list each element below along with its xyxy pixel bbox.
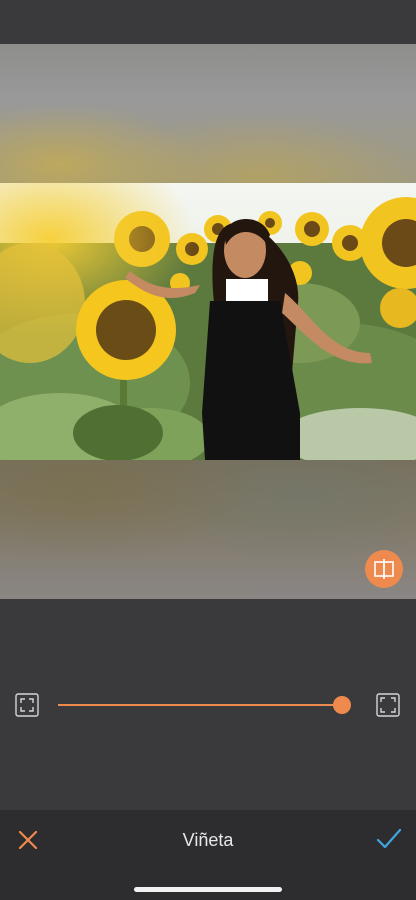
sunflower-photo: [0, 183, 416, 460]
split-compare-icon: [374, 559, 394, 579]
intensity-slider-track[interactable]: [58, 704, 348, 706]
checkmark-icon[interactable]: [376, 827, 402, 851]
image-canvas: [0, 44, 416, 599]
home-indicator: [134, 887, 282, 892]
vignette-blur-top: [0, 44, 416, 183]
intensity-slider-thumb[interactable]: [333, 696, 352, 714]
tool-title: Viñeta: [182, 830, 234, 850]
vignette-slider-row: [0, 690, 416, 720]
compare-button[interactable]: [365, 550, 403, 588]
top-bar: [0, 0, 416, 44]
frame-max-icon: [376, 693, 400, 717]
frame-min-icon: [15, 693, 39, 717]
photo-preview: [0, 183, 416, 460]
bottom-toolbar: Viñeta: [0, 810, 416, 900]
vignette-blur-bottom: [0, 460, 416, 599]
